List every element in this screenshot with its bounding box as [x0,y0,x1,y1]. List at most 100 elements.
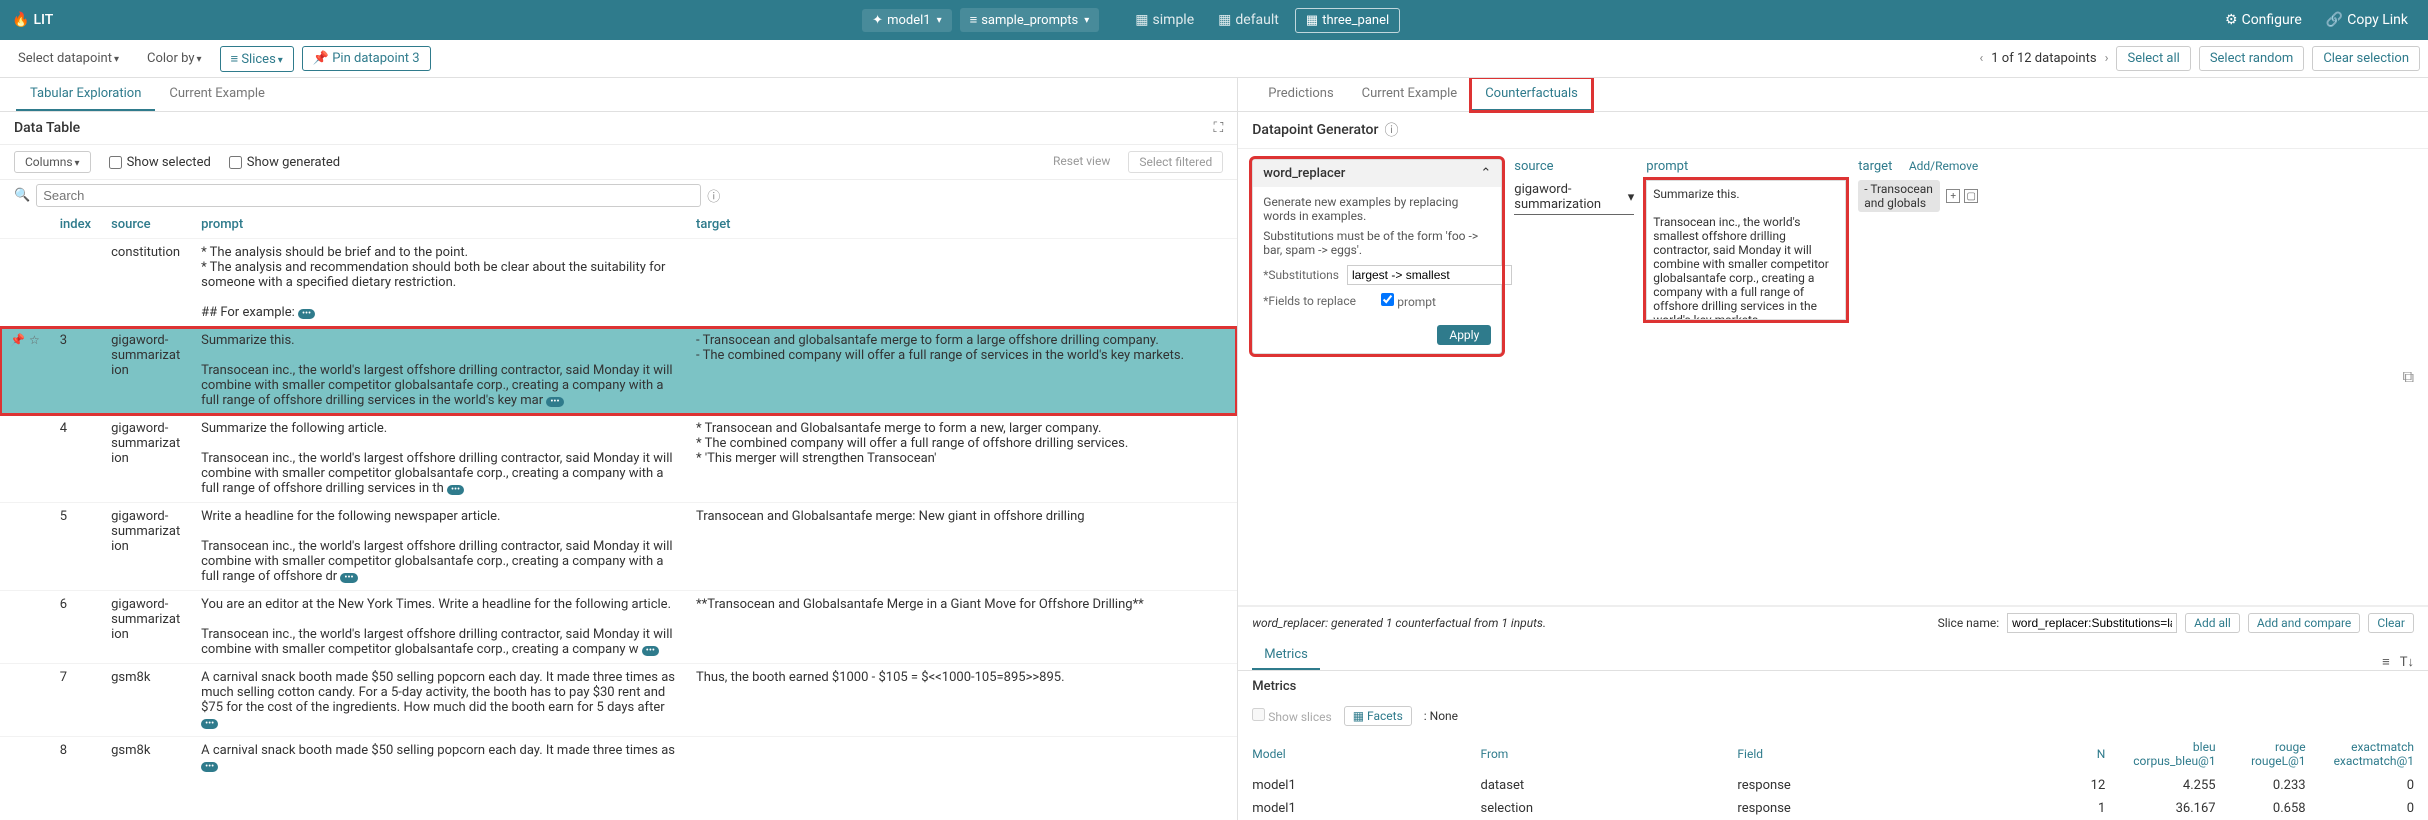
substitutions-input[interactable] [1347,265,1512,285]
cell-target: Transocean and Globalsantafe merge: New … [686,503,1237,591]
mcol-field[interactable]: Field [1723,734,1983,774]
cell-source: gigaword-summarization [101,415,191,503]
target-col-label: target [1858,159,1892,174]
cell-source: gigaword-summarization [101,327,191,415]
show-generated-checkbox[interactable]: Show generated [229,155,340,170]
color-by-dropdown[interactable]: Color by [137,47,212,70]
layout-three-panel[interactable]: ▦ three_panel [1295,8,1400,33]
layout-default[interactable]: ▦ default [1210,8,1287,32]
select-datapoint-dropdown[interactable]: Select datapoint [8,47,129,70]
search-icon: 🔍 [14,188,30,203]
help-icon[interactable]: ⓘ [1384,120,1398,140]
select-filtered-button[interactable]: Select filtered [1128,151,1223,173]
cell-target: * Transocean and Globalsantafe merge to … [686,415,1237,503]
slice-name-input[interactable] [2007,613,2177,633]
tab-counterfactuals[interactable]: Counterfactuals [1471,78,1592,111]
ellipsis-icon[interactable]: ••• [546,397,563,407]
slices-button[interactable]: ≡ Slices [220,46,294,72]
clear-selection-button[interactable]: Clear selection [2312,46,2420,71]
tab-tabular-exploration[interactable]: Tabular Exploration [16,78,155,111]
star-icon[interactable]: ☆ [29,333,40,347]
cell-prompt: * The analysis should be brief and to th… [191,239,686,327]
ellipsis-icon[interactable]: ••• [201,719,218,729]
cell-index: 6 [50,591,101,664]
datapoint-counter: 1 of 12 datapoints [1991,51,2096,66]
add-icon[interactable]: + [1946,189,1960,203]
prompt-preview: Summarize this. Transocean inc., the wor… [1646,180,1846,320]
cell-source: gsm8k [101,737,191,780]
layout-simple[interactable]: ▦ simple [1127,8,1202,32]
ellipsis-icon[interactable]: ••• [298,309,315,319]
mcol-from[interactable]: From [1467,734,1724,774]
facets-button[interactable]: ▦ Facets [1344,706,1412,726]
col-target[interactable]: target [686,211,1237,239]
dataset-selector[interactable]: ≡ sample_prompts [960,8,1100,32]
target-chip: - Transocean and globals [1858,180,1940,212]
sort-icon[interactable]: T↓ [2400,654,2414,670]
model-selector[interactable]: ✦ model1 [862,9,951,32]
add-remove-link[interactable]: Add/Remove [1909,159,1978,180]
add-compare-button[interactable]: Add and compare [2248,613,2360,633]
facets-none: : None [1424,709,1458,723]
table-row[interactable]: 8gsm8kA carnival snack booth made $50 se… [0,737,1237,780]
select-random-button[interactable]: Select random [2199,46,2305,71]
drag-icon[interactable]: ≡ [2382,654,2390,670]
tab-predictions[interactable]: Predictions [1254,78,1347,111]
tab-current-example-right[interactable]: Current Example [1348,78,1472,111]
apply-button[interactable]: Apply [1437,325,1491,345]
copy-icon[interactable]: ⧉ [2403,367,2414,386]
cell-index: 4 [50,415,101,503]
ellipsis-icon[interactable]: ••• [642,646,659,656]
cell-target [686,737,1237,780]
pin-icon[interactable]: 📌 [10,333,25,347]
source-select[interactable]: gigaword-summarization ▾ [1514,180,1634,215]
columns-button[interactable]: Columns [14,151,91,173]
substitutions-label: *Substitutions [1263,268,1339,282]
tab-current-example[interactable]: Current Example [155,78,279,111]
fields-label: *Fields to replace [1263,294,1373,308]
pin-datapoint-button[interactable]: 📌 Pin datapoint 3 [302,46,431,71]
datapoint-next[interactable]: › [2105,51,2109,66]
table-row[interactable]: 5gigaword-summarizationWrite a headline … [0,503,1237,591]
cell-index: 3 [50,327,101,415]
generator-title: Datapoint Generator [1252,122,1378,138]
show-selected-checkbox[interactable]: Show selected [109,155,211,170]
mcol-rouge[interactable]: rouge rougeL@1 [2230,734,2320,774]
ellipsis-icon[interactable]: ••• [340,573,357,583]
add-all-button[interactable]: Add all [2185,613,2240,633]
reset-view-button[interactable]: Reset view [1043,151,1120,173]
mcol-em[interactable]: exactmatch exactmatch@1 [2320,734,2428,774]
table-row[interactable]: constitution* The analysis should be bri… [0,239,1237,327]
cell-source: gsm8k [101,664,191,737]
ellipsis-icon[interactable]: ••• [447,485,464,495]
table-row[interactable]: 📌☆3gigaword-summarizationSummarize this.… [0,327,1237,415]
select-all-button[interactable]: Select all [2116,46,2190,71]
mcol-n[interactable]: N [1983,734,2119,774]
show-slices-checkbox[interactable]: Show slices [1252,708,1331,724]
expand-icon[interactable]: ⛶ [1213,120,1223,136]
collapse-icon[interactable]: ⌃ [1480,166,1491,181]
table-row[interactable]: 4gigaword-summarizationSummarize the fol… [0,415,1237,503]
configure-button[interactable]: ⚙ Configure [2217,8,2310,32]
remove-icon[interactable]: ▢ [1964,189,1978,203]
help-icon[interactable]: ⓘ [707,186,720,205]
cell-source: constitution [101,239,191,327]
generator-module-box: word_replacer⌃ Generate new examples by … [1252,159,1502,354]
col-prompt[interactable]: prompt [191,211,686,239]
table-row[interactable]: 6gigaword-summarizationYou are an editor… [0,591,1237,664]
mcol-model[interactable]: Model [1238,734,1466,774]
copy-link-button[interactable]: 🔗 Copy Link [2318,8,2416,32]
col-index[interactable]: index [50,211,101,239]
table-row[interactable]: 7gsm8kA carnival snack booth made $50 se… [0,664,1237,737]
field-prompt-checkbox[interactable]: prompt [1381,293,1491,309]
tab-metrics[interactable]: Metrics [1252,641,1320,670]
datapoint-prev[interactable]: ‹ [1979,51,1983,66]
generator-desc: Generate new examples by replacing words… [1263,195,1491,223]
mcol-bleu[interactable]: bleu corpus_bleu@1 [2119,734,2229,774]
search-input[interactable] [36,184,701,207]
ellipsis-icon[interactable]: ••• [201,762,218,772]
cell-target: **Transocean and Globalsantafe Merge in … [686,591,1237,664]
cell-index: 8 [50,737,101,780]
col-source[interactable]: source [101,211,191,239]
clear-button[interactable]: Clear [2368,613,2414,633]
